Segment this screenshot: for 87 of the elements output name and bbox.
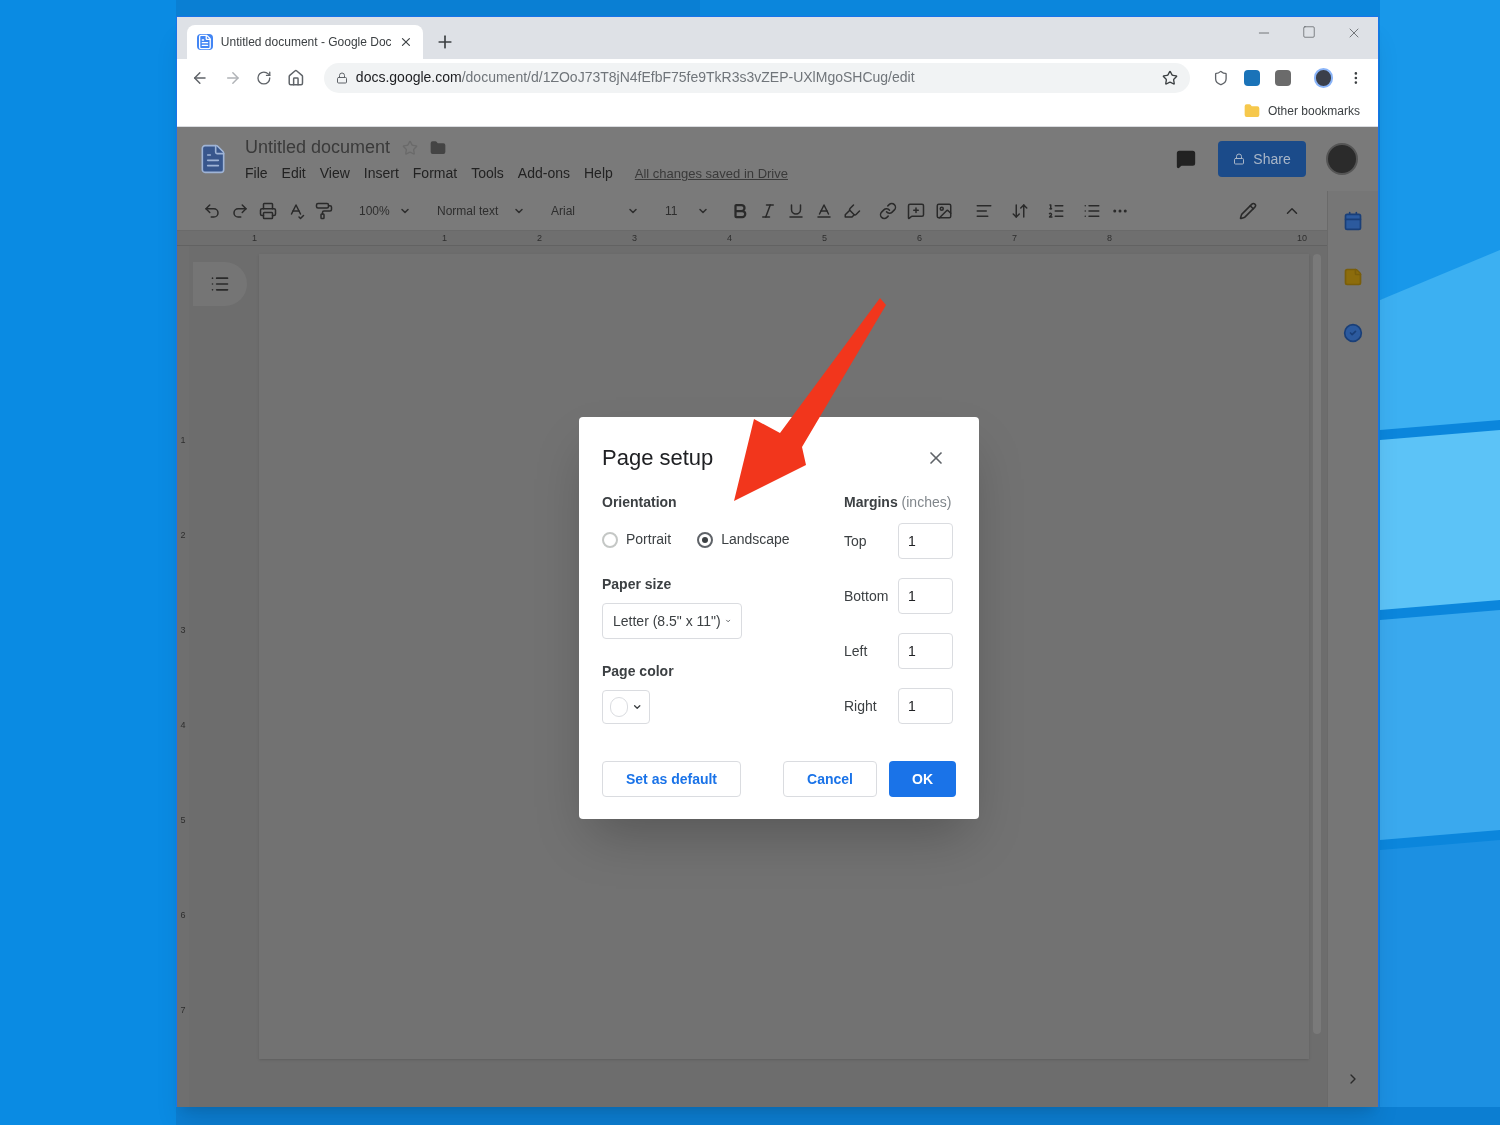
calendar-icon[interactable] — [1343, 211, 1363, 231]
tasks-icon[interactable] — [1343, 323, 1363, 343]
ruler-number: 10 — [1297, 232, 1307, 245]
account-avatar[interactable] — [1326, 143, 1358, 175]
tab-title: Untitled document - Google Doc — [220, 34, 392, 51]
ruler-number: 1 — [442, 232, 447, 245]
close-icon[interactable] — [399, 35, 413, 49]
image-icon[interactable] — [935, 201, 953, 220]
menu-item[interactable]: Add-ons — [517, 163, 570, 184]
margin-input[interactable]: 1 — [898, 523, 953, 559]
margin-label: Right — [844, 696, 878, 716]
text-color-icon[interactable] — [815, 201, 833, 220]
ruler-number: 2 — [180, 529, 186, 542]
paper-size-dropdown[interactable]: Letter (8.5" x 11") — [602, 603, 742, 639]
shield-icon[interactable] — [1213, 69, 1230, 86]
ruler-number: 4 — [727, 232, 732, 245]
menu-item[interactable]: Edit — [281, 163, 306, 184]
bold-icon[interactable] — [731, 201, 749, 220]
address-bar[interactable]: docs.google.com/document/d/1ZOoJ73T8jN4fEfbF75fe9TkR3s3vZEP-UXlMgoSHCug/edit — [323, 62, 1191, 93]
margin-label: Top — [844, 531, 868, 551]
maximize-icon[interactable] — [1302, 25, 1316, 39]
menu-item[interactable]: File — [245, 163, 268, 184]
folder-icon — [1243, 103, 1260, 119]
margins-label: Margins (inches) — [844, 493, 953, 512]
menu-item[interactable]: Format — [412, 163, 458, 184]
page-color-label: Page color — [602, 662, 675, 681]
ok-button[interactable]: OK — [889, 761, 956, 797]
margin-label: Bottom — [844, 586, 890, 606]
browser-tab[interactable]: Untitled document - Google Doc — [187, 25, 423, 59]
ruler-number: 6 — [180, 909, 186, 922]
line-spacing-icon[interactable] — [1011, 201, 1029, 220]
highlight-icon[interactable] — [843, 201, 861, 220]
folder-icon[interactable] — [430, 139, 447, 156]
document-title[interactable]: Untitled document — [245, 134, 391, 161]
bookmark-folder[interactable]: Other bookmarks — [1239, 102, 1364, 120]
home-icon[interactable] — [287, 68, 305, 87]
star-icon[interactable] — [1162, 69, 1179, 86]
save-status-link[interactable]: All changes saved in Drive — [634, 163, 788, 184]
share-button[interactable]: Share — [1218, 141, 1306, 177]
comment-icon[interactable] — [1176, 149, 1196, 169]
menu-item[interactable]: Help — [584, 163, 613, 184]
font-size-dropdown[interactable]: 11 — [661, 201, 713, 220]
color-swatch — [610, 697, 628, 717]
menu-item[interactable]: Insert — [363, 163, 399, 184]
ruler-number: 1 — [180, 434, 186, 447]
menu-item[interactable]: Tools — [471, 163, 504, 184]
ruler-number: 5 — [822, 232, 827, 245]
docs-icon — [197, 34, 213, 50]
extension-icon[interactable] — [1274, 69, 1291, 86]
style-dropdown[interactable]: Normal text — [433, 201, 529, 220]
ruler-number: 5 — [180, 814, 186, 827]
profile-avatar[interactable] — [1313, 67, 1334, 88]
ruler-number: 1 — [252, 232, 257, 245]
ruler-number: 7 — [180, 1004, 186, 1017]
link-icon[interactable] — [879, 201, 897, 220]
print-icon[interactable] — [259, 201, 277, 220]
dialog-title: Page setup — [602, 444, 714, 472]
font-dropdown[interactable]: Arial — [547, 201, 643, 220]
ruler-number: 2 — [537, 232, 542, 245]
menu-item[interactable]: View — [319, 163, 350, 184]
outline-button[interactable] — [193, 262, 247, 306]
margin-input[interactable]: 1 — [898, 688, 953, 724]
extension-icon[interactable] — [1244, 69, 1260, 86]
orientation-radio[interactable]: Landscape — [697, 529, 790, 550]
dialog-button[interactable]: Set as default — [602, 761, 742, 797]
zoom-dropdown[interactable]: 100% — [355, 201, 415, 220]
paper-size-label: Paper size — [602, 575, 673, 594]
outline-icon — [210, 274, 230, 294]
undo-icon[interactable] — [203, 201, 221, 220]
lock-icon — [335, 71, 348, 84]
margin-label: Left — [844, 641, 869, 661]
add-comment-icon[interactable] — [907, 201, 925, 220]
orientation-radio[interactable]: Portrait — [602, 529, 672, 550]
orientation-label: Orientation — [602, 493, 678, 512]
editing-mode-icon[interactable] — [1239, 201, 1257, 220]
lock-icon — [1233, 153, 1246, 165]
numbered-list-icon[interactable] — [1047, 201, 1065, 220]
page-color-picker[interactable] — [602, 690, 650, 724]
dialog-button[interactable]: Cancel — [783, 761, 877, 797]
paint-format-icon[interactable] — [315, 201, 333, 220]
underline-icon[interactable] — [787, 201, 805, 220]
margin-input[interactable]: 1 — [898, 633, 953, 669]
italic-icon[interactable] — [759, 201, 777, 220]
url-text: docs.google.com/document/d/1ZOoJ73T8jN4fEfbF75fe9TkR3s3vZEP-UXlMgoSHCug/edit — [355, 68, 916, 87]
redo-icon[interactable] — [231, 201, 249, 220]
reload-icon[interactable] — [256, 69, 273, 86]
margin-input[interactable]: 1 — [898, 578, 953, 614]
